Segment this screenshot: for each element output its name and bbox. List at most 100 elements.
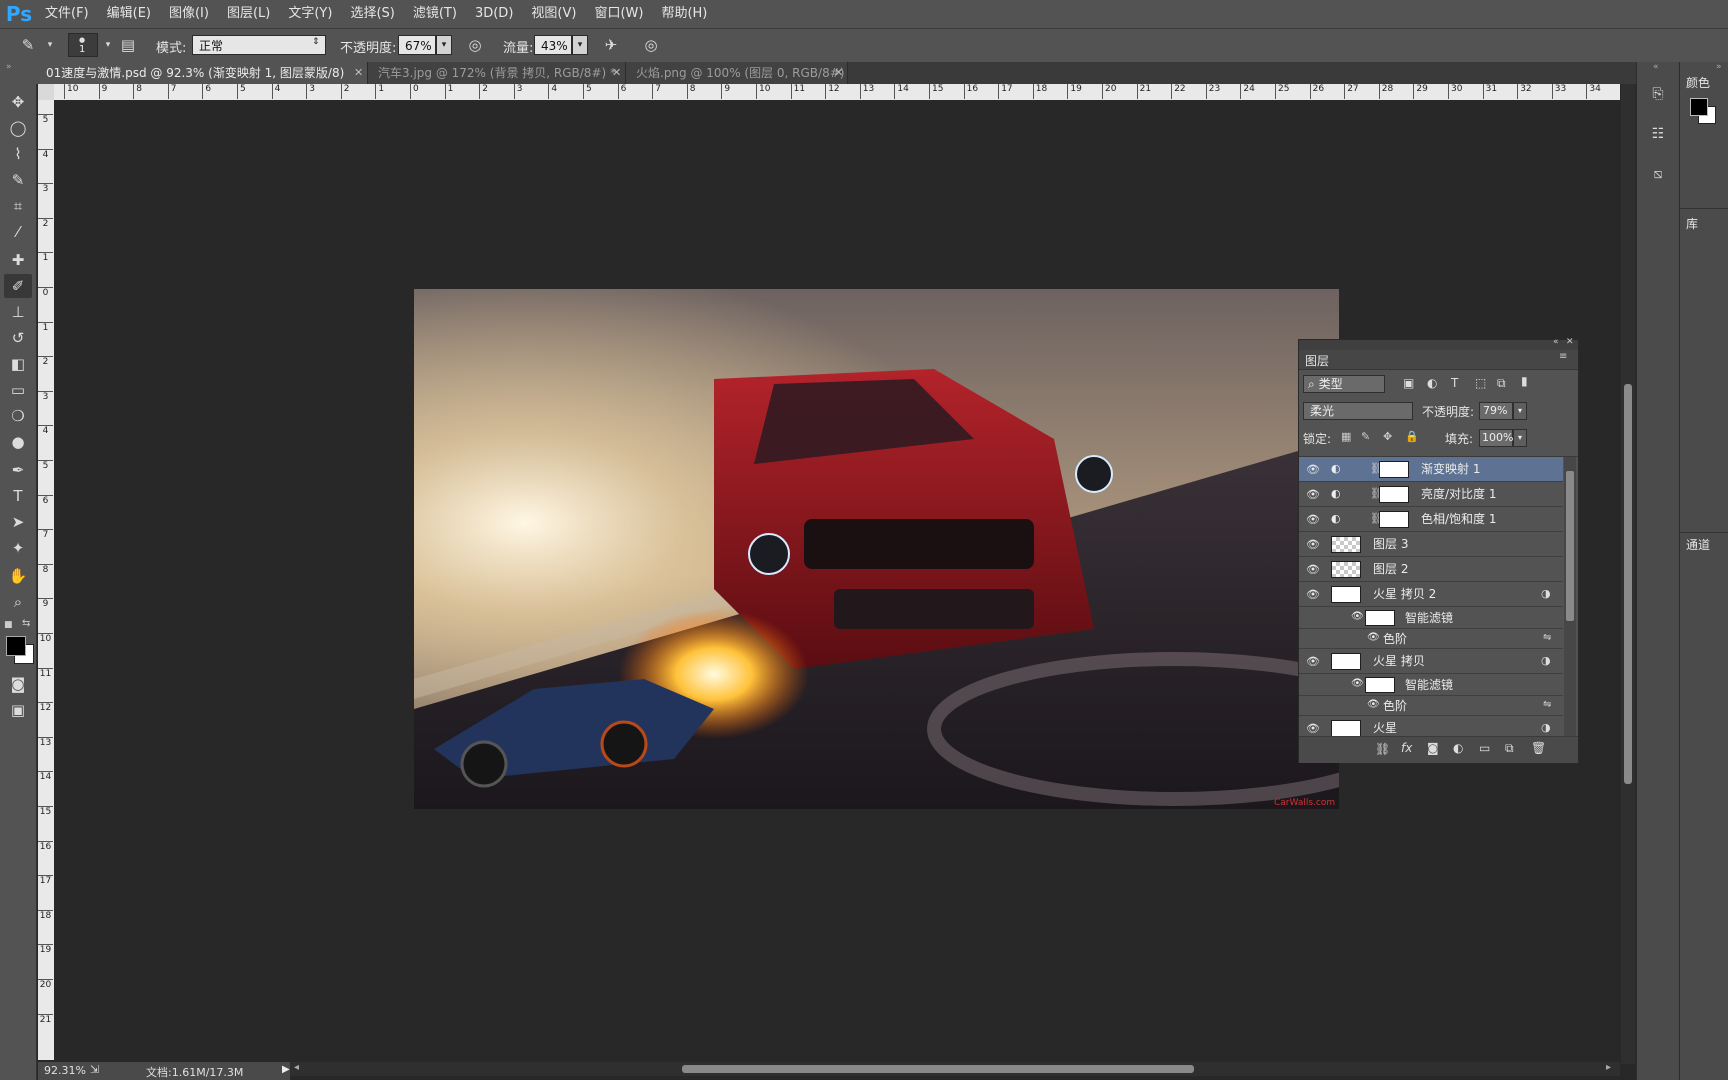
layer-row[interactable]: 👁 火星 ◑ — [1299, 716, 1563, 737]
layer-row[interactable]: 👁 ◐ ⛓ 渐变映射 1 — [1299, 457, 1563, 482]
menu-3d[interactable]: 3D(D) — [466, 0, 522, 28]
clone-stamp-tool-icon[interactable]: ⊥ — [4, 300, 32, 324]
layer-mask-thumbnail[interactable] — [1379, 461, 1409, 478]
mode-select[interactable]: 正常 — [192, 35, 326, 55]
pressure-opacity-icon[interactable]: ◎ — [465, 35, 485, 55]
history-brush-tool-icon[interactable]: ↺ — [4, 326, 32, 350]
pen-tool-icon[interactable]: ✒ — [4, 458, 32, 482]
vertical-ruler[interactable]: 5 4 3 2 1 0 1 2 3 4 5 6 7 8 9 10 11 12 13 14 15 16 17 18 19 20 21 — [38, 100, 54, 1060]
lock-all-icon[interactable]: 🔒 — [1405, 430, 1419, 443]
brush-panel-toggle-icon[interactable]: ▤ — [118, 35, 138, 55]
eye-icon[interactable]: 👁 — [1367, 632, 1380, 643]
eye-icon[interactable]: 👁 — [1367, 699, 1380, 710]
add-mask-icon[interactable]: ◙ — [1427, 741, 1439, 755]
close-panel-icon[interactable]: ✕ — [1566, 337, 1574, 347]
foreground-color-swatch[interactable] — [6, 636, 26, 656]
ruler-origin[interactable] — [38, 84, 54, 100]
opacity-chevron-down-icon[interactable]: ▾ — [436, 35, 452, 55]
filter-smart-object-icon[interactable]: ⧉ — [1497, 376, 1506, 391]
default-colors-icon[interactable]: ■ — [4, 620, 13, 630]
blend-mode-select[interactable]: 柔光 — [1303, 402, 1413, 420]
eye-icon[interactable]: 👁 — [1351, 611, 1364, 622]
tool-preset-chevron-down-icon[interactable]: ▾ — [40, 35, 60, 55]
eye-icon[interactable]: 👁 — [1305, 582, 1321, 607]
canvas-artwork[interactable]: CarWalls.com — [414, 289, 1339, 809]
horizontal-scroll-thumb[interactable] — [682, 1065, 1194, 1073]
collapse-dock-icon[interactable]: » — [1716, 62, 1722, 72]
menu-select[interactable]: 选择(S) — [341, 0, 403, 28]
menu-type[interactable]: 文字(Y) — [279, 0, 341, 28]
filter-pixel-icon[interactable]: ▣ — [1403, 376, 1414, 390]
collapse-panel-icon[interactable]: « — [1553, 337, 1559, 347]
blur-tool-icon[interactable]: ❍ — [4, 404, 32, 428]
scroll-left-arrow-icon[interactable]: ◂ — [294, 1062, 299, 1073]
quick-selection-tool-icon[interactable]: ✎ — [4, 168, 32, 192]
eye-icon[interactable]: 👁 — [1305, 457, 1321, 482]
zoom-level[interactable]: 92.31% — [44, 1064, 86, 1077]
expand-dock-icon[interactable]: « — [1653, 62, 1659, 72]
close-icon[interactable]: ✕ — [612, 62, 621, 84]
vertical-scrollbar[interactable] — [1621, 84, 1635, 1064]
zoom-tool-icon[interactable]: ⌕ — [4, 590, 32, 614]
layer-row[interactable]: 👁 火星 拷贝 ◑ — [1299, 649, 1563, 674]
filter-adjustment-icon[interactable]: ◐ — [1427, 376, 1437, 390]
healing-brush-tool-icon[interactable]: ✚ — [4, 248, 32, 272]
export-icon[interactable]: ⇲ — [90, 1063, 99, 1076]
menu-edit[interactable]: 编辑(E) — [98, 0, 160, 28]
lock-position-icon[interactable]: ✥ — [1383, 430, 1392, 443]
lock-transparent-icon[interactable]: ▦ — [1341, 430, 1351, 443]
smart-filter-icon[interactable]: ◑ — [1541, 721, 1551, 734]
swap-colors-icon[interactable]: ⇆ — [22, 618, 30, 629]
eye-icon[interactable]: 👁 — [1351, 678, 1364, 689]
eye-icon[interactable]: 👁 — [1305, 482, 1321, 507]
status-menu-arrow-icon[interactable]: ▶ — [282, 1064, 290, 1075]
menu-window[interactable]: 窗口(W) — [585, 0, 652, 28]
eye-icon[interactable]: 👁 — [1305, 649, 1321, 674]
path-selection-tool-icon[interactable]: ➤ — [4, 510, 32, 534]
new-group-folder-icon[interactable]: ▭ — [1479, 741, 1490, 755]
new-adjustment-layer-icon[interactable]: ◐ — [1453, 741, 1463, 755]
layer-opacity-chevron-down-icon[interactable]: ▾ — [1513, 402, 1527, 420]
collapse-toolbar-icon[interactable]: » — [6, 62, 12, 72]
close-icon[interactable]: ✕ — [834, 62, 843, 84]
eye-icon[interactable]: 👁 — [1305, 507, 1321, 532]
gradient-tool-icon[interactable]: ▭ — [4, 378, 32, 402]
airbrush-icon[interactable]: ✈ — [601, 35, 621, 55]
tab-layers[interactable]: 图层 — [1305, 352, 1329, 369]
layer-mask-thumbnail[interactable] — [1379, 486, 1409, 503]
eye-icon[interactable]: 👁 — [1305, 532, 1321, 557]
filter-kind-select[interactable]: ⌕ 类型 — [1303, 375, 1385, 393]
filter-blending-options-icon[interactable]: ⇋ — [1543, 699, 1551, 710]
hand-tool-icon[interactable]: ✋ — [4, 564, 32, 588]
tab-channels[interactable]: 通道 — [1686, 536, 1710, 553]
eye-icon[interactable]: 👁 — [1305, 716, 1321, 737]
fill-input[interactable]: 100% — [1479, 429, 1513, 447]
filter-blending-options-icon[interactable]: ⇋ — [1543, 632, 1551, 643]
quick-mask-icon[interactable]: ◙ — [4, 672, 32, 696]
screen-mode-icon[interactable]: ▣ — [4, 698, 32, 722]
filter-type-icon[interactable]: T — [1451, 376, 1458, 390]
vertical-scroll-thumb[interactable] — [1624, 384, 1632, 784]
filter-toggle-icon[interactable]: ▮ — [1521, 374, 1528, 388]
document-tab[interactable]: 01速度与激情.psd @ 92.3% (渐变映射 1, 图层蒙版/8) ✕ — [36, 62, 368, 84]
layer-list-scroll-thumb[interactable] — [1566, 471, 1574, 621]
layer-mask-thumbnail[interactable] — [1379, 511, 1409, 528]
layer-opacity-input[interactable]: 79% — [1479, 402, 1513, 420]
flow-input[interactable]: 43% — [534, 35, 572, 55]
pressure-size-icon[interactable]: ◎ — [641, 35, 661, 55]
brush-tool-icon[interactable]: ✐ — [4, 274, 32, 298]
brush-tool-preset-icon[interactable]: ✎ — [18, 35, 38, 55]
menu-filter[interactable]: 滤镜(T) — [404, 0, 466, 28]
close-icon[interactable]: ✕ — [354, 62, 363, 84]
tab-libraries[interactable]: 库 — [1686, 215, 1698, 232]
opacity-input[interactable]: 67% — [398, 35, 436, 55]
brush-size-chevron-down-icon[interactable]: ▾ — [98, 35, 118, 55]
filter-row[interactable]: 👁 色阶 ⇋ — [1299, 696, 1563, 716]
elliptical-marquee-tool-icon[interactable]: ◯ — [4, 116, 32, 140]
type-tool-icon[interactable]: T — [4, 484, 32, 508]
horizontal-ruler[interactable]: 10 9 8 7 6 5 4 3 2 1 0 1 2 3 4 5 6 7 8 9 10 11 12 13 14 15 16 17 18 1… — [54, 84, 1620, 100]
link-layers-icon[interactable]: ⛓ — [1375, 742, 1390, 756]
smart-filter-icon[interactable]: ◑ — [1541, 654, 1551, 667]
document-tab[interactable]: 火焰.png @ 100% (图层 0, RGB/8#) ✕ — [626, 62, 848, 84]
layer-style-fx-icon[interactable]: fx — [1401, 741, 1412, 755]
